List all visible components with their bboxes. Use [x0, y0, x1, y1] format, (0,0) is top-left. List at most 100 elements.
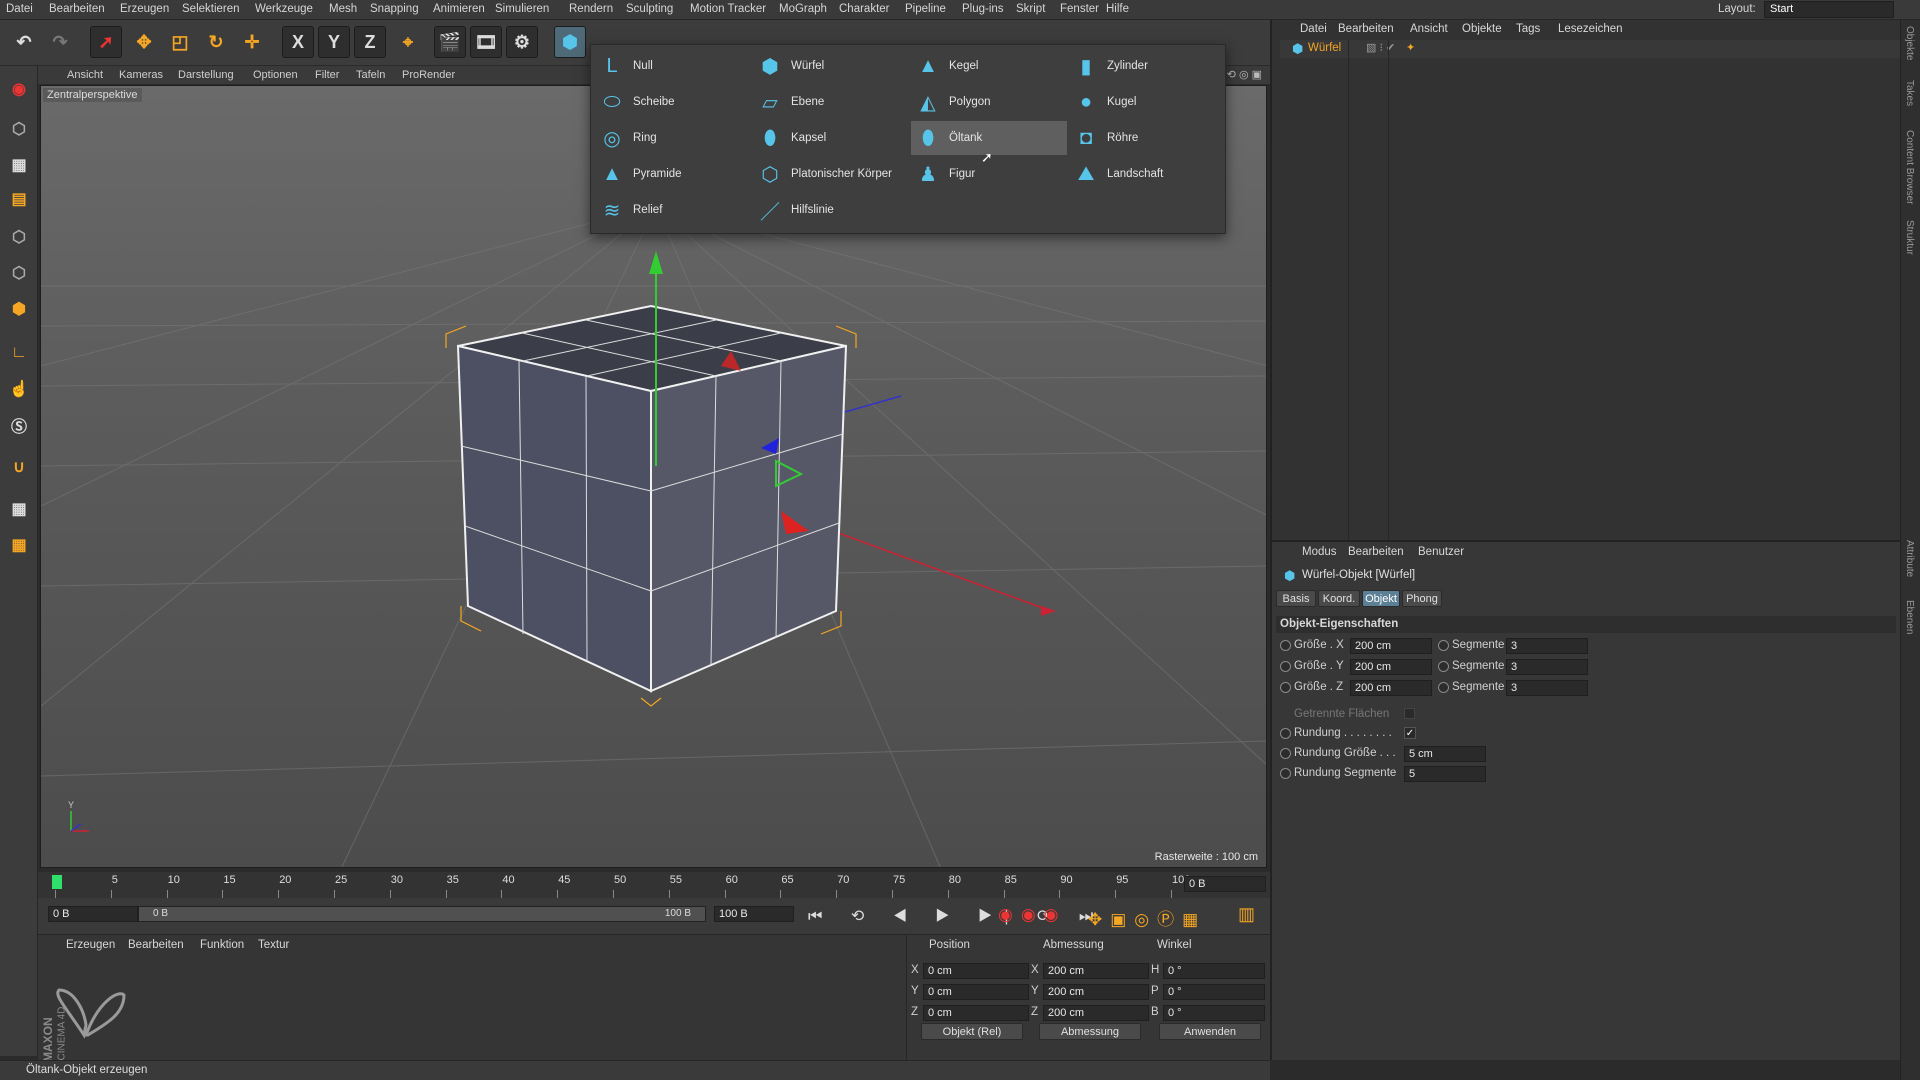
- playhead-marker[interactable]: [52, 875, 62, 889]
- undo-icon[interactable]: ↶: [8, 26, 40, 58]
- planar-workplane-icon[interactable]: ▦: [4, 530, 34, 560]
- points-mode-icon[interactable]: ⬡: [4, 222, 34, 252]
- segments-radio[interactable]: [1438, 661, 1449, 672]
- menu-6[interactable]: Snapping: [370, 3, 419, 15]
- object-menu-1[interactable]: Bearbeiten: [1338, 23, 1394, 35]
- workplane-icon[interactable]: ▤: [4, 184, 34, 214]
- timeline-ruler[interactable]: 0510152025303540455055606570758085909510…: [38, 872, 1270, 898]
- segments-radio[interactable]: [1438, 640, 1449, 651]
- menu-12[interactable]: MoGraph: [779, 3, 827, 15]
- menu-18[interactable]: Hilfe: [1106, 3, 1129, 15]
- size-radio[interactable]: [1280, 640, 1291, 651]
- magnet-icon[interactable]: ∪: [4, 452, 34, 482]
- material-menu-3[interactable]: Textur: [258, 939, 289, 951]
- segments-field[interactable]: 3: [1506, 638, 1588, 654]
- move-tool-icon[interactable]: ✥: [128, 26, 160, 58]
- tweak-mode-icon[interactable]: ☝: [4, 374, 34, 404]
- popup-item-guide[interactable]: ／ Hilfslinie: [753, 193, 909, 227]
- object-menu-3[interactable]: Objekte: [1462, 23, 1502, 35]
- mode-select[interactable]: Objekt (Rel): [921, 1023, 1023, 1040]
- render-settings-icon[interactable]: ⚙: [506, 26, 538, 58]
- snap-icon[interactable]: Ⓢ: [4, 410, 34, 440]
- edges-mode-icon[interactable]: ⬡: [4, 258, 34, 288]
- viewport-menu-5[interactable]: Tafeln: [356, 69, 385, 81]
- tab-0[interactable]: Basis: [1276, 590, 1316, 607]
- fillet-segments-radio[interactable]: [1280, 768, 1291, 779]
- object-menu-2[interactable]: Ansicht: [1410, 23, 1448, 35]
- menu-11[interactable]: Motion Tracker: [690, 3, 766, 15]
- material-menu-0[interactable]: Erzeugen: [66, 939, 115, 951]
- fillet-size-radio[interactable]: [1280, 748, 1291, 759]
- apply-button[interactable]: Anwenden: [1159, 1023, 1261, 1040]
- segments-radio[interactable]: [1438, 682, 1449, 693]
- axis-x-button[interactable]: X: [282, 26, 314, 58]
- popup-item-cube[interactable]: ⬢ Würfel: [753, 49, 909, 83]
- popup-item-cylinder[interactable]: ▮ Zylinder: [1069, 49, 1225, 83]
- size-field[interactable]: 200 cm: [1350, 638, 1432, 654]
- attribute-menu-1[interactable]: Bearbeiten: [1348, 546, 1404, 558]
- viewport-menu-1[interactable]: Kameras: [119, 69, 163, 81]
- size-field[interactable]: 200 cm: [1350, 680, 1432, 696]
- fillet-checkbox[interactable]: ✓: [1404, 727, 1416, 739]
- render-picture-icon[interactable]: 🎞: [470, 26, 502, 58]
- separate-faces-checkbox[interactable]: [1404, 708, 1415, 719]
- menu-0[interactable]: Datei: [6, 3, 33, 15]
- render-view-icon[interactable]: 🎬: [434, 26, 466, 58]
- current-frame-field[interactable]: 0 B: [48, 906, 138, 922]
- menu-14[interactable]: Pipeline: [905, 3, 946, 15]
- menu-8[interactable]: Simulieren: [495, 3, 549, 15]
- key-filter-icons[interactable]: ✥▣◎Ⓟ▦: [1088, 905, 1206, 930]
- attribute-menu-2[interactable]: Benutzer: [1418, 546, 1464, 558]
- menu-17[interactable]: Fenster: [1060, 3, 1099, 15]
- mode-icon[interactable]: ◉: [4, 74, 34, 104]
- menu-1[interactable]: Bearbeiten: [49, 3, 105, 15]
- object-row[interactable]: ⬢ Würfel ▧ ⁝ ✔ ✦: [1280, 40, 1900, 58]
- max-frame-field[interactable]: 100 B: [714, 906, 794, 922]
- menu-10[interactable]: Sculpting: [626, 3, 673, 15]
- popup-item-cone[interactable]: ▲ Kegel: [911, 49, 1067, 83]
- dimension-field[interactable]: 200 cm: [1043, 963, 1149, 979]
- fillet-radio[interactable]: [1280, 728, 1291, 739]
- viewport-menu-3[interactable]: Optionen: [253, 69, 298, 81]
- menu-7[interactable]: Animieren: [433, 3, 485, 15]
- side-tab-3[interactable]: Struktur: [1904, 220, 1915, 255]
- end-frame-field[interactable]: 0 B: [1184, 876, 1266, 892]
- position-field[interactable]: 0 cm: [923, 1005, 1029, 1021]
- axis-z-button[interactable]: Z: [354, 26, 386, 58]
- segments-field[interactable]: 3: [1506, 680, 1588, 696]
- object-menu-4[interactable]: Tags: [1516, 23, 1540, 35]
- menu-16[interactable]: Skript: [1016, 3, 1045, 15]
- visibility-icon[interactable]: ▧ ⁝ ✔: [1366, 41, 1395, 54]
- polygons-mode-icon[interactable]: ⬢: [4, 294, 34, 324]
- popup-item-capsule[interactable]: ⬮ Kapsel: [753, 121, 909, 155]
- model-mode-icon[interactable]: ⬡: [4, 114, 34, 144]
- fillet-segments-field[interactable]: 5: [1404, 766, 1486, 782]
- menu-2[interactable]: Erzeugen: [120, 3, 169, 15]
- cube-primitive-icon[interactable]: ⬢: [554, 26, 586, 58]
- angle-field[interactable]: 0 °: [1163, 984, 1265, 1000]
- menu-3[interactable]: Selektieren: [182, 3, 240, 15]
- object-name[interactable]: Würfel: [1308, 42, 1341, 54]
- popup-item-disc[interactable]: ⬭ Scheibe: [595, 85, 751, 119]
- viewport-menu-0[interactable]: Ansicht: [67, 69, 103, 81]
- menu-15[interactable]: Plug-ins: [962, 3, 1004, 15]
- select-tool-icon[interactable]: ➚: [90, 26, 122, 58]
- side-tab-4[interactable]: Attribute: [1904, 540, 1915, 577]
- popup-item-plane[interactable]: ▱ Ebene: [753, 85, 909, 119]
- timeline-window-icon[interactable]: ▥: [1238, 904, 1255, 925]
- tab-3[interactable]: Phong: [1402, 590, 1442, 607]
- popup-item-landscape[interactable]: ⛰ Landschaft: [1069, 157, 1225, 191]
- dimension-field[interactable]: 200 cm: [1043, 984, 1149, 1000]
- viewport-menu-2[interactable]: Darstellung: [178, 69, 234, 81]
- menu-13[interactable]: Charakter: [839, 3, 890, 15]
- object-menu-0[interactable]: Datei: [1300, 23, 1327, 35]
- layout-select[interactable]: Start: [1764, 1, 1894, 18]
- popup-item-polygon[interactable]: ◭ Polygon: [911, 85, 1067, 119]
- object-menu-5[interactable]: Lesezeichen: [1558, 23, 1623, 35]
- tab-1[interactable]: Koord.: [1318, 590, 1360, 607]
- segments-field[interactable]: 3: [1506, 659, 1588, 675]
- position-field[interactable]: 0 cm: [923, 963, 1029, 979]
- popup-item-sphere[interactable]: ● Kugel: [1069, 85, 1225, 119]
- axis-y-button[interactable]: Y: [318, 26, 350, 58]
- texture-mode-icon[interactable]: ▦: [4, 150, 34, 180]
